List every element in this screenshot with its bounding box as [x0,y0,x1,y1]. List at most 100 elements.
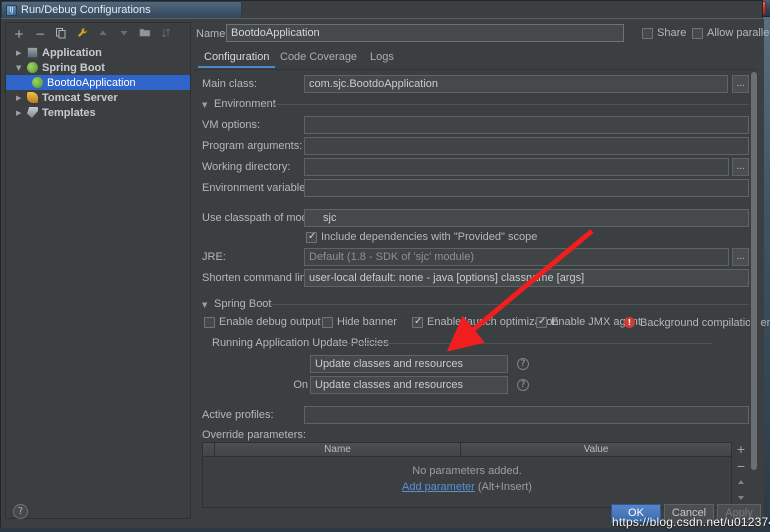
configuration-form: Main class: com.sjc.BootdoApplication ..… [194,69,770,508]
tree-toolbar: + − [6,23,190,45]
use-classpath-select[interactable]: sjc [304,209,749,227]
tree-item-tomcat-server[interactable]: ▶ Tomcat Server [6,90,190,105]
checkbox-box[interactable] [692,27,703,39]
move-down-button[interactable] [117,27,131,41]
section-divider [342,343,712,344]
tree-item-spring-boot[interactable]: ▼ Spring Boot [6,60,190,75]
sort-configurations-button[interactable] [159,27,173,41]
tree-item-application[interactable]: ▶ Application [6,45,190,60]
spring-boot-collapse-icon[interactable]: ▼ [202,301,211,309]
on-update-action-select[interactable]: Update classes and resources [310,355,508,373]
configurations-tree-panel: + − ▶ Application ▼ Spring Boot BootdoAp… [5,22,191,519]
spring-boot-icon [32,77,43,88]
tree-item-templates[interactable]: ▶ Templates [6,105,190,120]
form-scrollbar[interactable] [750,72,758,500]
idea-logo-icon: IJ [6,4,17,16]
dialog-body: + − ▶ Application ▼ Spring Boot BootdoAp… [1,18,770,528]
share-checkbox[interactable]: Share [642,27,686,39]
application-icon [27,47,38,58]
tab-code-coverage[interactable]: Code Coverage [274,49,363,68]
share-label: Share [657,27,687,39]
move-up-button[interactable] [96,27,110,41]
active-profiles-input[interactable] [304,406,749,424]
edit-templates-button[interactable] [75,27,89,41]
chevron-right-icon[interactable]: ▶ [16,94,25,102]
environment-section-label: Environment [214,98,276,110]
on-update-help-icon[interactable]: ? [517,358,529,370]
hide-banner-checkbox[interactable]: Hide banner [322,316,397,328]
add-configuration-button[interactable]: + [12,27,26,41]
override-parameters-table[interactable]: Name Value No parameters added. Add para… [202,442,732,508]
enable-debug-output-checkbox[interactable]: Enable debug output [204,316,321,328]
on-frame-help-icon[interactable]: ? [517,379,529,391]
shorten-command-line-select[interactable]: user-local default: none - java [options… [304,269,749,287]
shorten-command-line-label: Shorten command line: [202,272,316,284]
override-parameters-label: Override parameters: [202,429,306,441]
add-parameter-hint: (Alt+Insert) [477,481,532,493]
copy-configuration-button[interactable] [54,27,68,41]
checkbox-box[interactable] [536,316,547,328]
row-handle-column [203,443,215,456]
tree-item-label: Tomcat Server [42,91,118,104]
add-parameter-link[interactable]: Add parameter [402,481,475,493]
hide-banner-label: Hide banner [337,316,397,328]
tree-item-label: Templates [42,106,96,119]
environment-collapse-icon[interactable]: ▼ [202,101,211,109]
checkbox-box[interactable] [306,231,317,243]
allow-parallel-run-label: Allow parallel run [707,27,770,39]
watermark-text: https://blog.csdn.net/u012374381 [612,515,770,529]
table-side-toolbar: + − [734,442,748,508]
active-profiles-label: Active profiles: [202,409,274,421]
add-parameter-button[interactable]: + [734,442,748,458]
templates-icon [27,107,38,118]
vm-options-label: VM options: [202,119,261,131]
table-header: Name Value [203,443,731,457]
tree-item-label: Application [42,46,102,59]
section-divider [270,304,749,305]
dialog-title: Run/Debug Configurations [21,4,151,16]
chevron-right-icon[interactable]: ▶ [16,109,25,117]
remove-parameter-button[interactable]: − [734,459,748,475]
tomcat-icon [27,92,38,103]
name-label: Name: [196,28,229,40]
environment-variables-input[interactable] [304,179,749,197]
form-scrollbar-thumb[interactable] [751,72,757,470]
vm-options-input[interactable] [304,116,749,134]
main-class-input[interactable]: com.sjc.BootdoApplication [304,75,728,93]
main-class-browse-button[interactable]: ... [732,75,749,93]
run-debug-configurations-dialog: IJ Run/Debug Configurations + − ▶ Applic… [0,0,770,528]
checkbox-box[interactable] [642,27,653,39]
main-class-label: Main class: [202,78,258,90]
tree-item-bootdoapplication[interactable]: BootdoApplication [6,75,190,90]
on-frame-deactivation-select[interactable]: Update classes and resources [310,376,508,394]
column-header-value[interactable]: Value [461,443,731,456]
jre-select[interactable]: Default (1.8 - SDK of 'sjc' module) [304,248,729,266]
program-arguments-label: Program arguments: [202,140,303,152]
jre-browse-button[interactable]: ... [732,248,749,266]
chevron-down-icon[interactable]: ▼ [16,64,25,72]
chevron-right-icon[interactable]: ▶ [16,49,25,57]
section-divider [272,104,749,105]
configurations-tree[interactable]: ▶ Application ▼ Spring Boot BootdoApplic… [6,45,190,518]
include-provided-scope-checkbox[interactable]: Include dependencies with "Provided" sco… [306,231,537,243]
checkbox-box[interactable] [322,316,333,328]
checkbox-box[interactable] [412,316,423,328]
move-into-folder-button[interactable] [138,27,152,41]
dialog-titlebar: IJ Run/Debug Configurations [1,1,242,18]
working-directory-input[interactable] [304,158,729,176]
enable-debug-output-label: Enable debug output [219,316,321,328]
tree-item-label: BootdoApplication [47,76,136,89]
name-input[interactable]: BootdoApplication [226,24,624,42]
program-arguments-input[interactable] [304,137,749,155]
column-header-name[interactable]: Name [215,443,461,456]
working-directory-browse-button[interactable]: ... [732,158,749,176]
tab-logs[interactable]: Logs [364,49,400,68]
move-param-up-button[interactable] [734,476,748,492]
remove-configuration-button[interactable]: − [33,27,47,41]
tab-configuration[interactable]: Configuration [198,49,276,68]
spring-boot-section-label: Spring Boot [214,298,272,310]
allow-parallel-run-checkbox[interactable]: Allow parallel run [692,27,770,39]
spring-boot-icon [27,62,38,73]
help-button[interactable]: ? [13,504,28,519]
checkbox-box[interactable] [204,316,215,328]
